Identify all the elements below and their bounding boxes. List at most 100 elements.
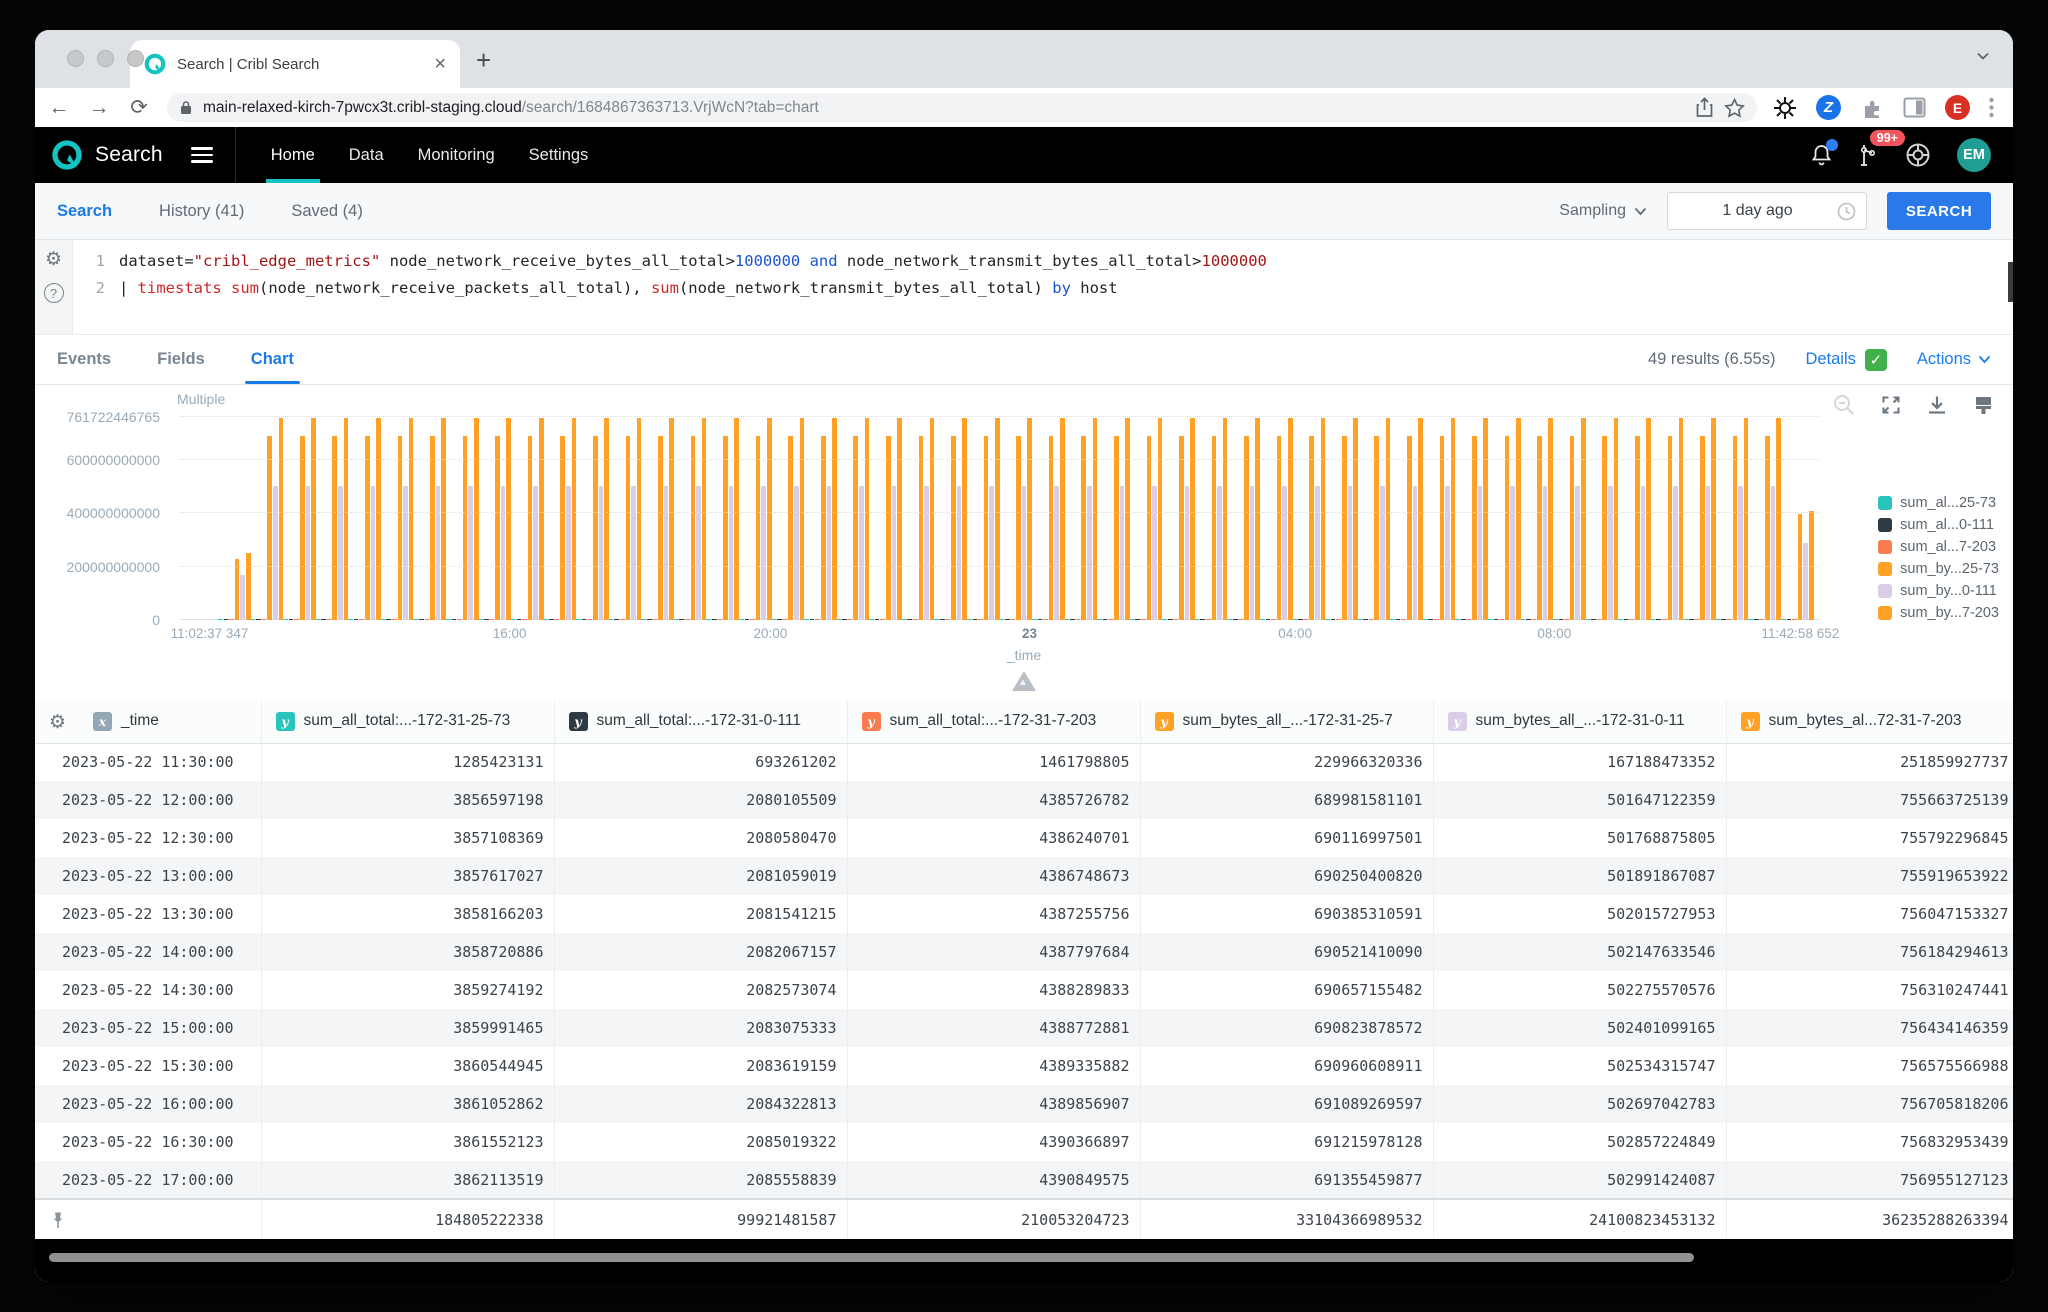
bar-group[interactable] xyxy=(576,417,609,620)
panel-resize-handle[interactable] xyxy=(1012,671,1036,691)
bar-group[interactable] xyxy=(1000,417,1033,620)
chart-plot-area[interactable] xyxy=(180,417,1820,620)
table-row[interactable]: 2023-05-22 13:30:00385816620320815412154… xyxy=(35,895,2013,933)
column-header[interactable]: ysum_all_total:...-172-31-0-111 xyxy=(554,700,847,743)
share-icon[interactable] xyxy=(1695,97,1714,118)
window-traffic-lights[interactable] xyxy=(67,50,144,67)
legend-item[interactable]: sum_by...0-111 xyxy=(1878,583,1999,599)
hamburger-menu-icon[interactable] xyxy=(181,127,236,183)
legend-item[interactable]: sum_al...25-73 xyxy=(1878,495,1999,511)
bar-group[interactable] xyxy=(446,417,479,620)
browser-tab[interactable]: Search | Cribl Search × xyxy=(130,40,460,88)
user-avatar[interactable]: EM xyxy=(1957,138,1991,172)
results-tab-events[interactable]: Events xyxy=(57,335,111,384)
tab-search-chevron-icon[interactable] xyxy=(1975,48,1991,64)
bar-group[interactable] xyxy=(316,417,349,620)
bar-group[interactable] xyxy=(934,417,967,620)
bar-group[interactable] xyxy=(1683,417,1716,620)
column-header[interactable]: ysum_all_total:...-172-31-7-203 xyxy=(847,700,1140,743)
help-buoy-icon[interactable] xyxy=(1905,142,1931,168)
column-header[interactable]: ⚙x_time xyxy=(35,700,261,743)
bar-group[interactable] xyxy=(251,417,284,620)
bar-group[interactable] xyxy=(674,417,707,620)
bar-group[interactable] xyxy=(413,417,446,620)
editor-help-icon[interactable]: ? xyxy=(44,283,64,303)
bar-group[interactable] xyxy=(1130,417,1163,620)
browser-menu-icon[interactable] xyxy=(1989,97,1994,118)
legend-item[interactable]: sum_by...7-203 xyxy=(1878,605,1999,621)
bar-group[interactable] xyxy=(772,417,805,620)
table-row[interactable]: 2023-05-22 15:30:00386054494520836191594… xyxy=(35,1047,2013,1085)
bar-group[interactable] xyxy=(1423,417,1456,620)
column-header[interactable]: ysum_bytes_al...72-31-7-203 xyxy=(1726,700,2013,743)
new-tab-button[interactable]: + xyxy=(476,45,491,76)
table-row[interactable]: 2023-05-22 13:00:00385761702720810590194… xyxy=(35,857,2013,895)
tab-close-icon[interactable]: × xyxy=(434,54,446,74)
table-row[interactable]: 2023-05-22 14:00:00385872088620820671574… xyxy=(35,933,2013,971)
bar-group[interactable] xyxy=(1358,417,1391,620)
search-tab-history[interactable]: History (41) xyxy=(159,202,244,221)
legend-item[interactable]: sum_al...0-111 xyxy=(1878,517,1999,533)
search-button[interactable]: SEARCH xyxy=(1887,192,1991,230)
search-tab-saved[interactable]: Saved (4) xyxy=(291,202,363,221)
browser-profile-avatar[interactable]: E xyxy=(1945,95,1970,120)
bar-group[interactable] xyxy=(1097,417,1130,620)
results-tab-chart[interactable]: Chart xyxy=(251,335,294,384)
back-button[interactable]: ← xyxy=(47,96,71,120)
query-line-1[interactable]: 1dataset="cribl_edge_metrics" node_netwo… xyxy=(73,248,2013,275)
bar-group[interactable] xyxy=(641,417,674,620)
bar-group[interactable] xyxy=(283,417,316,620)
table-row[interactable]: 2023-05-22 15:00:00385999146520830753334… xyxy=(35,1009,2013,1047)
bar-group[interactable] xyxy=(1162,417,1195,620)
bar-group[interactable] xyxy=(1748,417,1781,620)
address-bar[interactable]: main-relaxed-kirch-7pwcx3t.cribl-staging… xyxy=(167,93,1757,122)
table-row[interactable]: 2023-05-22 14:30:00385927419220825730744… xyxy=(35,971,2013,1009)
reload-button[interactable]: ⟳ xyxy=(127,95,151,120)
query-editor[interactable]: ⚙ ? 1dataset="cribl_edge_metrics" node_n… xyxy=(35,240,2013,335)
table-settings-gear-icon[interactable]: ⚙ xyxy=(49,711,66,734)
time-range-input[interactable]: 1 day ago xyxy=(1667,192,1867,230)
whats-new-flag[interactable]: 99+ xyxy=(1859,142,1879,168)
sampling-dropdown[interactable]: Sampling xyxy=(1559,202,1647,220)
bar-group[interactable] xyxy=(1488,417,1521,620)
chart-style-brush-icon[interactable] xyxy=(1972,394,1995,416)
app-nav-item-settings[interactable]: Settings xyxy=(512,127,606,183)
side-panel-icon[interactable] xyxy=(1903,97,1926,118)
z-extension-icon[interactable]: Z xyxy=(1816,95,1841,120)
notifications-bell[interactable] xyxy=(1810,143,1833,167)
actions-dropdown[interactable]: Actions xyxy=(1917,350,1991,369)
bar-group[interactable] xyxy=(1293,417,1326,620)
bar-group[interactable] xyxy=(544,417,577,620)
bar-group[interactable] xyxy=(1586,417,1619,620)
column-header[interactable]: ysum_bytes_all_...-172-31-25-7 xyxy=(1140,700,1433,743)
query-code[interactable]: 1dataset="cribl_edge_metrics" node_netwo… xyxy=(73,240,2013,334)
legend-item[interactable]: sum_by...25-73 xyxy=(1878,561,1999,577)
bar-group[interactable] xyxy=(1716,417,1749,620)
bar-group[interactable] xyxy=(1618,417,1651,620)
forward-button[interactable]: → xyxy=(87,96,111,120)
expand-icon[interactable] xyxy=(1880,394,1902,416)
url-text[interactable]: main-relaxed-kirch-7pwcx3t.cribl-staging… xyxy=(203,99,819,117)
extensions-puzzle-icon[interactable] xyxy=(1860,96,1884,120)
table-row[interactable]: 2023-05-22 17:00:00386211351920855588394… xyxy=(35,1161,2013,1199)
download-icon[interactable] xyxy=(1926,394,1948,416)
column-header[interactable]: ysum_bytes_all_...-172-31-0-11 xyxy=(1433,700,1726,743)
horizontal-scrollbar[interactable] xyxy=(49,1253,1694,1262)
bar-group[interactable] xyxy=(1553,417,1586,620)
bar-group[interactable] xyxy=(1390,417,1423,620)
app-nav-item-monitoring[interactable]: Monitoring xyxy=(401,127,512,183)
bar-group[interactable] xyxy=(1032,417,1065,620)
bar-group[interactable] xyxy=(706,417,739,620)
bar-group[interactable] xyxy=(381,417,414,620)
editor-settings-gear-icon[interactable]: ⚙ xyxy=(45,248,62,271)
bar-group[interactable] xyxy=(1065,417,1098,620)
bar-group[interactable] xyxy=(967,417,1000,620)
bookmark-star-icon[interactable] xyxy=(1724,98,1745,118)
bar-group[interactable] xyxy=(1521,417,1554,620)
bar-group[interactable] xyxy=(1651,417,1684,620)
table-row[interactable]: 2023-05-22 12:30:00385710836920805804704… xyxy=(35,819,2013,857)
zoom-window-button[interactable] xyxy=(127,50,144,67)
bar-group[interactable] xyxy=(1227,417,1260,620)
table-row[interactable]: 2023-05-22 11:30:00128542313169326120214… xyxy=(35,743,2013,781)
table-row[interactable]: 2023-05-22 16:30:00386155212320850193224… xyxy=(35,1123,2013,1161)
